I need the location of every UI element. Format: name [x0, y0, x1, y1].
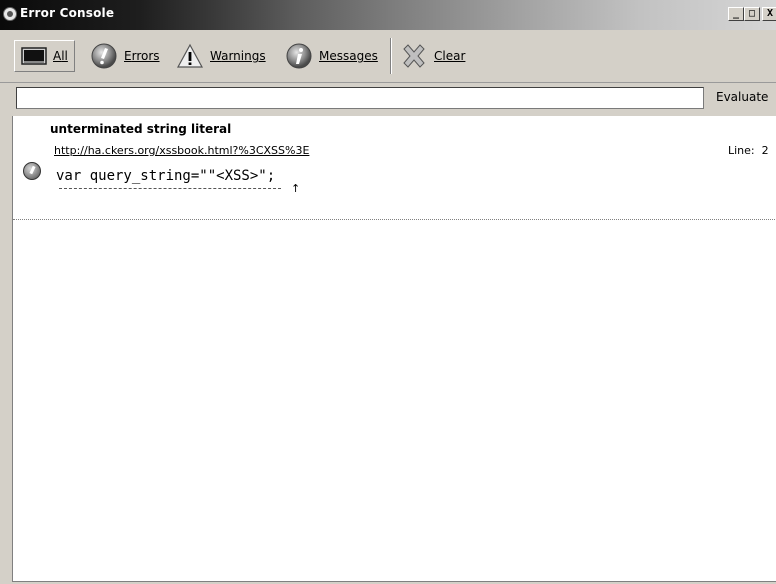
all-label: All — [53, 49, 68, 63]
evaluate-button[interactable]: Evaluate — [710, 87, 776, 109]
console-entry[interactable]: unterminated string literal http://ha.ck… — [13, 116, 776, 220]
maximize-button[interactable]: □ — [744, 7, 760, 21]
clear-label: Clear — [434, 49, 466, 63]
caret-underline — [59, 188, 281, 189]
title-bar[interactable]: Error Console _ □ X — [0, 0, 776, 30]
line-number: Line: 2 — [728, 144, 769, 157]
close-button[interactable]: X — [762, 7, 776, 21]
errors-label: Errors — [124, 49, 160, 63]
error-icon — [90, 42, 118, 70]
toolbar-separator — [390, 38, 392, 74]
console-output[interactable]: unterminated string literal http://ha.ck… — [12, 116, 776, 582]
source-link[interactable]: http://ha.ckers.org/xssbook.html?%3CXSS%… — [54, 144, 309, 157]
warnings-label: Warnings — [210, 49, 266, 63]
monitor-icon — [21, 45, 47, 67]
all-button[interactable]: All — [14, 40, 75, 72]
clear-icon — [400, 42, 428, 70]
evaluate-bar: Evaluate — [0, 83, 776, 115]
info-icon — [285, 42, 313, 70]
clear-button[interactable]: Clear — [400, 40, 465, 72]
messages-button[interactable]: Messages — [285, 40, 378, 72]
errors-button[interactable]: Errors — [90, 40, 160, 72]
caret-marker: ↑ — [291, 182, 301, 195]
error-message: unterminated string literal — [50, 122, 232, 136]
messages-label: Messages — [319, 49, 378, 63]
warning-icon — [176, 42, 204, 70]
code-input[interactable] — [16, 87, 704, 109]
warnings-button[interactable]: Warnings — [176, 40, 266, 72]
window-title: Error Console — [20, 6, 115, 20]
error-icon — [23, 162, 41, 180]
minimize-button[interactable]: _ — [728, 7, 744, 21]
toolbar: All Errors Warnings Messages Clear — [0, 30, 776, 83]
app-icon — [3, 7, 17, 21]
source-code-line: var query_string=""<XSS>"; — [56, 168, 276, 184]
